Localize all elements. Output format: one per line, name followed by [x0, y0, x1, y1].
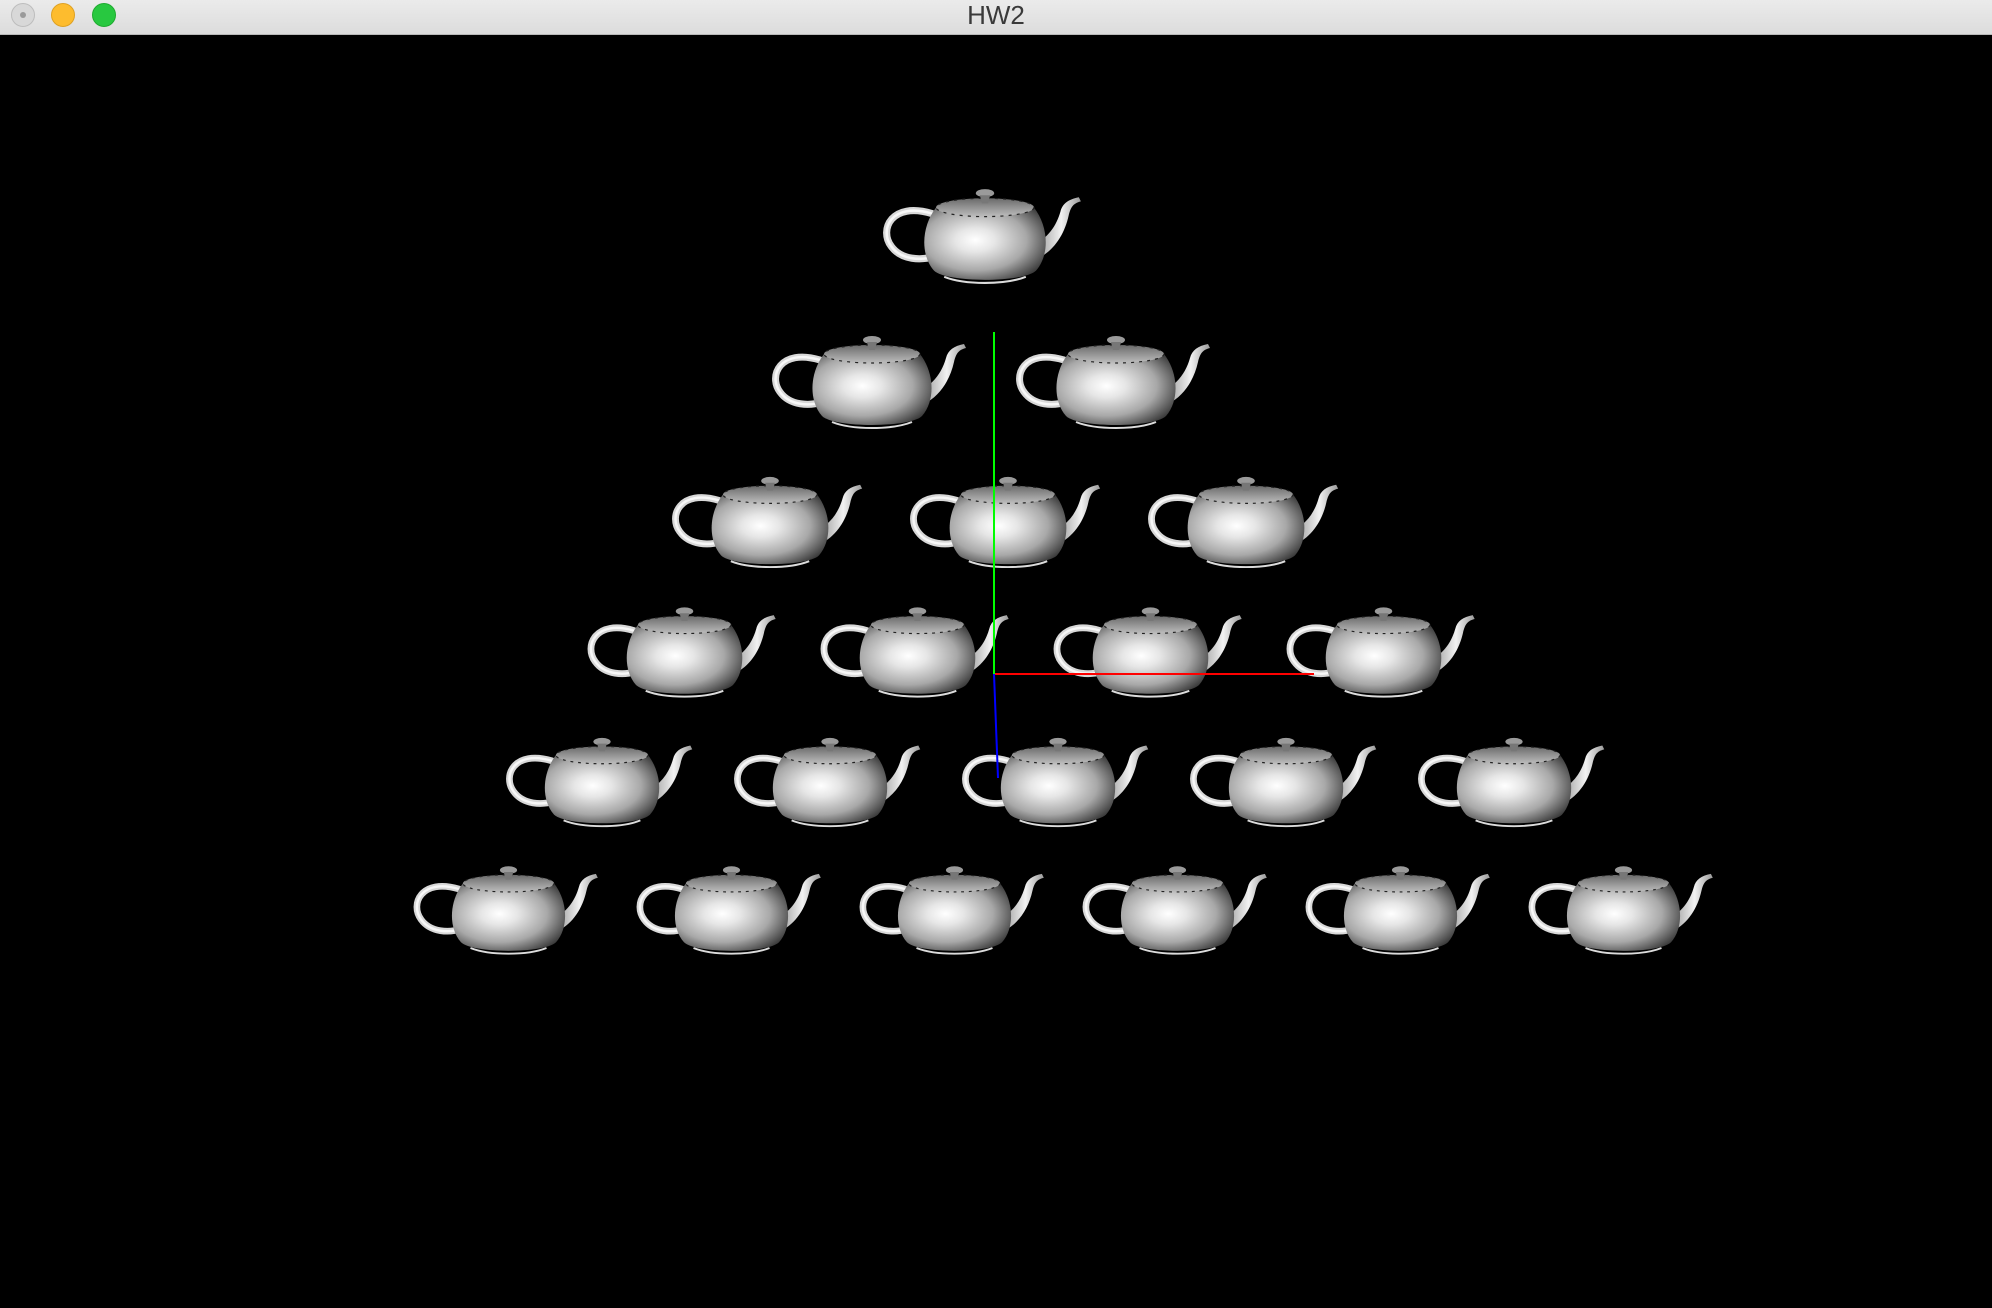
teapot: [1193, 738, 1376, 826]
teapot: [1421, 738, 1604, 826]
z-axis-line: [993, 673, 999, 779]
teapot: [913, 477, 1100, 567]
teapot: [1057, 607, 1242, 696]
teapot: [509, 738, 692, 826]
teapot: [675, 477, 862, 567]
teapot: [824, 607, 1009, 696]
teapot: [1309, 866, 1490, 953]
window-title: HW2: [967, 0, 1025, 30]
teapot: [1151, 477, 1338, 567]
gl-viewport[interactable]: [0, 36, 1992, 1308]
teapot: [1290, 607, 1475, 696]
teapot: [591, 607, 776, 696]
teapot-scene: [0, 36, 1992, 1308]
teapot: [965, 738, 1148, 826]
title-bar[interactable]: HW2: [0, 0, 1992, 35]
teapot: [863, 866, 1044, 953]
teapot: [776, 336, 966, 428]
teapot: [640, 866, 821, 953]
teapot: [1086, 866, 1267, 953]
app-window: HW2: [0, 0, 1992, 1308]
teapot: [737, 738, 920, 826]
teapot: [1020, 336, 1210, 428]
teapot: [417, 866, 598, 953]
teapot: [887, 189, 1081, 283]
teapot: [1532, 866, 1713, 953]
